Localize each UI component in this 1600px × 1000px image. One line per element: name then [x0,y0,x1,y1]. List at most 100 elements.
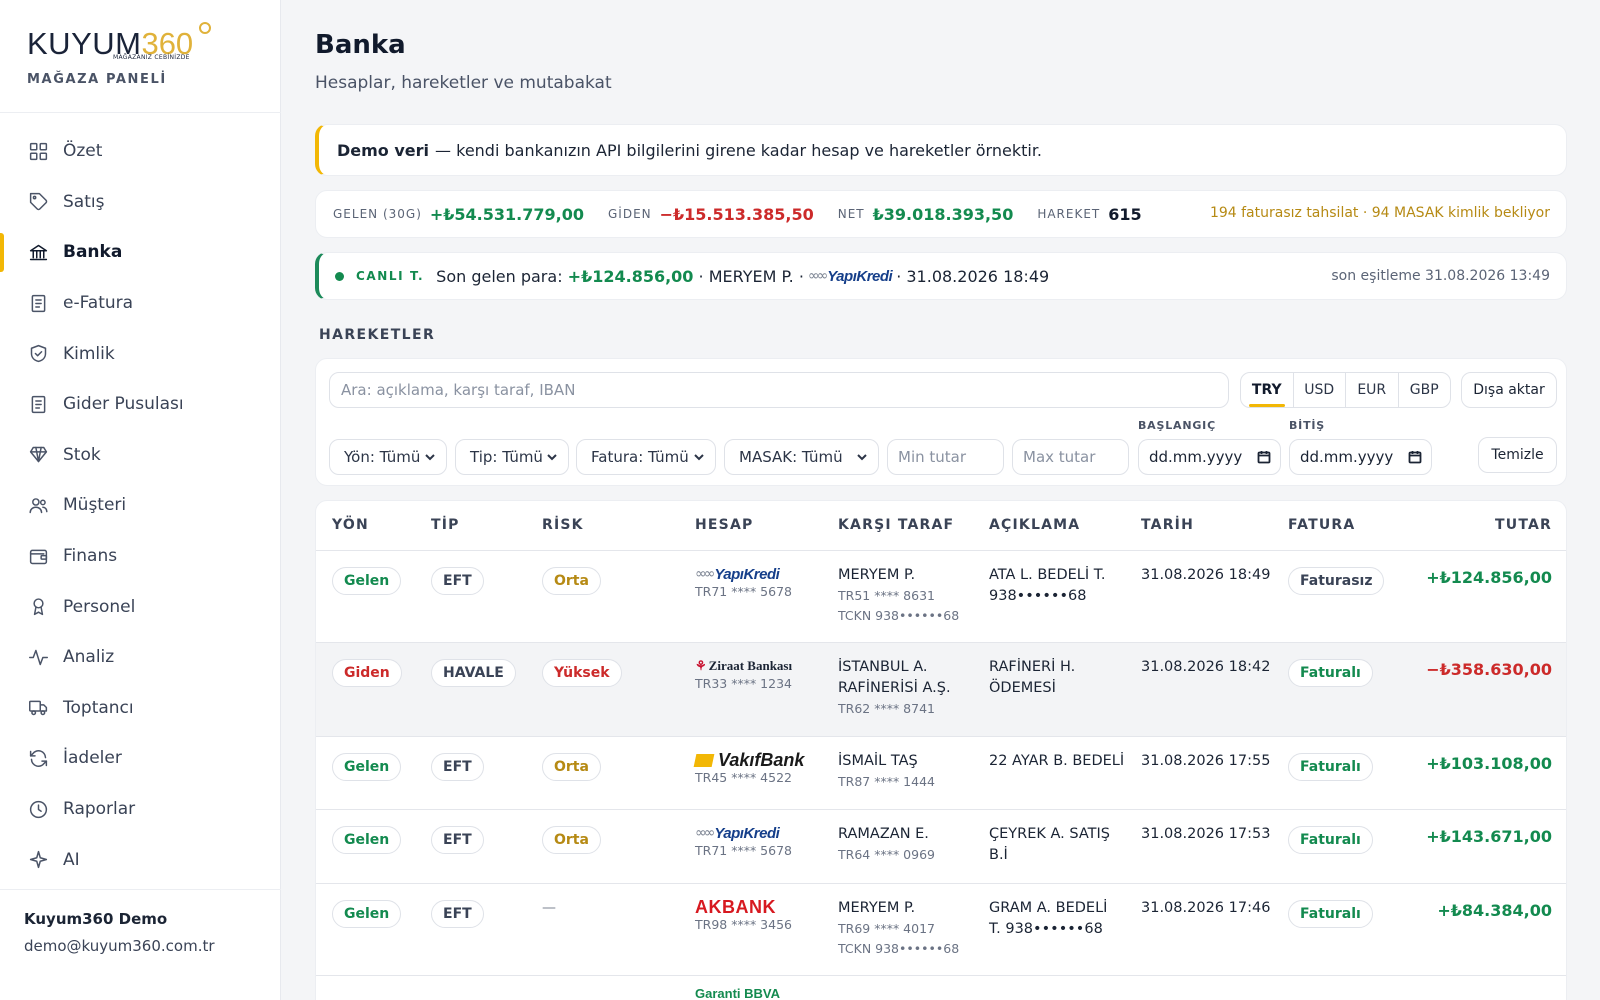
min-amount-input[interactable]: Min tutar [887,439,1004,475]
stat-count-value: 615 [1108,204,1142,224]
counterparty-name: MERYEM P. [838,900,916,916]
table-row[interactable]: Gelen EFT Orta VakıfBank TR45 **** 4522 … [316,737,1566,810]
sidebar-item-iadeler[interactable]: İadeler [0,733,281,784]
sidebar-item-musteri[interactable]: Müşteri [0,480,281,531]
clock-icon [27,798,49,820]
section-title: HAREKETLER [319,327,436,343]
sidebar-item-raporlar[interactable]: Raporlar [0,784,281,835]
stats-bar: GELEN (30G) +₺54.531.779,00 GİDEN −₺15.5… [315,190,1567,238]
tag-icon [27,191,49,213]
sidebar-item-ozet[interactable]: Özet [0,126,281,177]
brand-logo[interactable]: KUYUM 360 MAĞAZANIZ CEBİNİZDE MAĞAZA PANE… [27,22,257,92]
clear-button[interactable]: Temizle [1478,437,1557,473]
invoice-badge[interactable]: Faturalı [1288,900,1373,928]
search-input[interactable]: Ara: açıklama, karşı taraf, IBAN [329,372,1229,408]
col-account[interactable]: HESAP [695,517,753,533]
chevron-down-icon [855,450,869,464]
description-cell: 22 AYAR B. BEDELİ [989,751,1124,772]
direction-badge: Gelen [332,900,402,928]
start-date-value: dd.mm.yyyy [1149,448,1243,466]
account-cell: Garanti BBVA [695,984,780,1000]
direction-badge: Gelen [332,826,402,854]
col-direction[interactable]: YÖN [332,517,369,533]
type-badge: HAVALE [431,659,516,687]
invoice-badge[interactable]: Faturasız [1288,567,1385,595]
account-cell: ∞∞ YapıKredi TR71 **** 5678 [695,565,792,600]
sidebar-item-satis[interactable]: Satış [0,177,281,228]
col-date[interactable]: TARİH [1141,517,1194,533]
col-counterparty[interactable]: KARŞI TARAF [838,517,954,533]
table-row[interactable]: Gelen EFT Orta ∞∞ YapıKredi TR71 **** 567… [316,810,1566,884]
table-row[interactable]: Gelen EFT — AKBANK TR98 **** 3456 MERYEM… [316,884,1566,976]
currency-gbp[interactable]: GBP [1399,373,1451,407]
end-date-input[interactable]: dd.mm.yyyy [1289,439,1432,475]
live-dot-icon [335,271,344,281]
description-line: ÇEYREK A. SATIŞ [989,826,1110,842]
invoice-badge[interactable]: Faturalı [1288,659,1373,687]
refresh-icon [27,747,49,769]
counterparty-id: TCKN 938••••••68 [838,941,960,956]
type-badge: EFT [431,900,484,928]
description-cell: RAFİNERİ H. ÖDEMESİ [989,657,1075,699]
filters-panel: Ara: açıklama, karşı taraf, IBAN TRY USD… [315,358,1567,486]
direction-select[interactable]: Yön: Tümü [329,439,447,475]
start-date-input[interactable]: dd.mm.yyyy [1138,439,1281,475]
truck-icon [27,697,49,719]
sidebar-item-analiz[interactable]: Analiz [0,632,281,683]
amount-value: −₺358.630,00 [1426,660,1552,679]
col-description[interactable]: AÇIKLAMA [989,517,1080,533]
counterparty-iban: TR51 **** 8631 [838,588,935,603]
sidebar-item-toptanci[interactable]: Toptancı [0,683,281,734]
account-iban: TR98 **** 3456 [695,917,792,932]
currency-usd[interactable]: USD [1294,373,1346,407]
type-select[interactable]: Tip: Tümü [455,439,569,475]
sidebar-item-personel[interactable]: Personel [0,581,281,632]
end-date-label: BİTİŞ [1289,419,1325,432]
type-select-value: Tip: Tümü [470,448,543,466]
export-button[interactable]: Dışa aktar [1461,372,1557,408]
counterparty-cell: MERYEM P. TR69 **** 4017 TCKN 938••••••6… [838,898,959,959]
page-subtitle: Hesaplar, hareketler ve mutabakat [315,73,612,93]
pending-warning[interactable]: 194 faturasız tahsilat · 94 MASAK kimlik… [1210,205,1550,221]
date-cell: 31.08.2026 17:46 [1141,900,1271,916]
masak-select[interactable]: MASAK: Tümü [724,439,879,475]
table-row[interactable]: Garanti BBVA [316,976,1566,1000]
invoice-select[interactable]: Fatura: Tümü [576,439,716,475]
currency-try[interactable]: TRY [1241,373,1294,407]
description-line: 938••••••68 [989,588,1087,604]
table-row[interactable]: Gelen EFT Orta ∞∞ YapıKredi TR71 **** 567… [316,551,1566,643]
counterparty-cell: İSMAİL TAŞ TR87 **** 1444 [838,751,935,792]
counterparty-cell: MERYEM P. TR51 **** 8631 TCKN 938••••••6… [838,565,959,626]
sidebar-item-banka[interactable]: Banka [0,227,281,278]
masak-select-value: MASAK: Tümü [739,448,843,466]
sidebar-item-finans[interactable]: Finans [0,531,281,582]
sidebar-item-efatura[interactable]: e-Fatura [0,278,281,329]
table-row[interactable]: Giden HAVALE Yüksek ⚘ Ziraat Bankası TR33… [316,643,1566,737]
col-amount[interactable]: TUTAR [1495,517,1552,533]
max-amount-input[interactable]: Max tutar [1012,439,1129,475]
yapikredi-logo: ∞∞ YapıKredi [695,565,780,583]
description-cell: ATA L. BEDELİ T. 938••••••68 [989,565,1106,607]
col-risk[interactable]: RİSK [542,517,584,533]
receipt-icon [27,292,49,314]
col-type[interactable]: TİP [431,517,460,533]
amount-value: +₺143.671,00 [1426,827,1552,846]
counterparty-name: RAFİNERİSİ A.Ş. [838,680,951,696]
sidebar-item-kimlik[interactable]: Kimlik [0,328,281,379]
invoice-badge[interactable]: Faturalı [1288,753,1373,781]
sidebar-item-stok[interactable]: Stok [0,430,281,481]
sidebar-item-ai[interactable]: AI [0,834,281,885]
risk-empty: — [542,900,556,916]
col-invoice[interactable]: FATURA [1288,517,1355,533]
diamond-icon [27,444,49,466]
account-cell: ⚘ Ziraat Bankası TR33 **** 1234 [695,657,792,691]
demo-notice: Demo veri — kendi bankanızın API bilgile… [315,124,1567,176]
live-feed: CANLI T. Son gelen para: +₺124.856,00 · … [315,252,1567,300]
sidebar-item-label: Satış [63,191,105,212]
account-iban: TR71 **** 5678 [695,843,792,858]
notice-bold: Demo veri [337,140,430,160]
currency-eur[interactable]: EUR [1346,373,1399,407]
sidebar-item-gider-pusulasi[interactable]: Gider Pusulası [0,379,281,430]
direction-select-value: Yön: Tümü [344,448,421,466]
invoice-badge[interactable]: Faturalı [1288,826,1373,854]
